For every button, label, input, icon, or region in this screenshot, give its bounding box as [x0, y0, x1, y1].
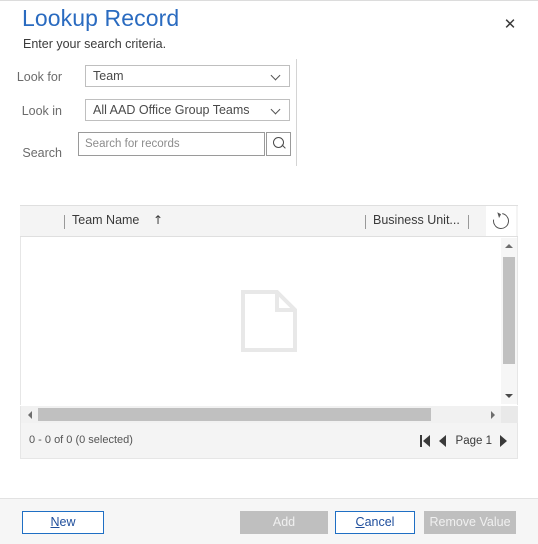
look-in-row: Look in All AAD Office Group Teams: [0, 99, 300, 123]
look-for-row: Look for Team: [0, 65, 300, 89]
grid-body: [20, 237, 518, 405]
scroll-down-button[interactable]: [501, 388, 517, 404]
vertical-scrollbar[interactable]: [501, 238, 517, 404]
page-number-label: Page 1: [455, 435, 492, 447]
scroll-right-button[interactable]: [485, 406, 501, 423]
look-for-label: Look for: [16, 70, 62, 84]
refresh-button[interactable]: [486, 206, 516, 236]
grid-header-row: Team Name ↑ Business Unit...: [20, 205, 518, 237]
refresh-icon: [489, 209, 513, 233]
column-divider: [468, 215, 469, 229]
scrollbar-corner: [501, 406, 518, 423]
previous-page-button[interactable]: [437, 433, 451, 449]
add-button[interactable]: Add: [240, 511, 328, 534]
triangle-left-icon: [438, 435, 446, 447]
new-button-accel: N: [50, 515, 60, 529]
search-icon: [273, 137, 284, 148]
triangle-down-icon: [505, 394, 513, 398]
vertical-scroll-thumb[interactable]: [503, 257, 515, 364]
chevron-down-icon: [272, 72, 281, 81]
lookup-record-dialog: Lookup Record Enter your search criteria…: [0, 0, 538, 544]
look-in-select[interactable]: All AAD Office Group Teams: [85, 99, 290, 121]
search-button[interactable]: [266, 132, 291, 156]
horizontal-scrollbar[interactable]: [20, 406, 518, 423]
triangle-left-icon: [422, 435, 430, 447]
search-row: Search: [0, 132, 300, 160]
look-for-value: Team: [93, 69, 124, 83]
new-button[interactable]: New: [22, 511, 104, 534]
cancel-button[interactable]: Cancel: [335, 511, 415, 534]
triangle-left-icon: [28, 410, 32, 419]
horizontal-scroll-thumb[interactable]: [38, 408, 431, 421]
triangle-up-icon: [505, 244, 513, 248]
column-divider: [365, 215, 366, 229]
chevron-down-icon: [272, 106, 281, 115]
triangle-right-icon: [491, 410, 495, 419]
look-in-label: Look in: [21, 104, 62, 118]
close-icon[interactable]: ✕: [498, 12, 522, 36]
look-in-value: All AAD Office Group Teams: [93, 103, 250, 117]
search-field-group: [78, 132, 292, 158]
search-input[interactable]: [78, 132, 265, 156]
document-icon: [241, 290, 297, 352]
grid-footer: 0 - 0 of 0 (0 selected) Page 1: [20, 423, 518, 459]
search-label: Search: [22, 146, 62, 160]
dialog-subtitle: Enter your search criteria.: [23, 37, 167, 51]
results-grid: Team Name ↑ Business Unit... 0 - 0 of 0 …: [20, 205, 518, 459]
column-divider: [64, 215, 65, 229]
search-criteria-form: Look for Team Look in All AAD Office Gro…: [0, 59, 538, 169]
new-button-label: ew: [59, 515, 76, 529]
page-title: Lookup Record: [22, 5, 180, 31]
look-for-select[interactable]: Team: [85, 65, 290, 87]
scroll-left-button[interactable]: [22, 406, 38, 423]
column-header-team-name[interactable]: Team Name: [72, 213, 139, 227]
remove-value-button[interactable]: Remove Value: [424, 511, 516, 534]
scroll-up-button[interactable]: [501, 238, 517, 254]
record-count-status: 0 - 0 of 0 (0 selected): [29, 434, 133, 446]
dialog-footer: New Add Cancel Remove Value: [0, 498, 538, 544]
triangle-right-icon: [500, 435, 507, 447]
cancel-button-label: ancel: [364, 515, 395, 529]
pagination: Page 1: [419, 431, 511, 451]
column-header-business-unit[interactable]: Business Unit...: [373, 213, 460, 227]
first-page-button[interactable]: [419, 433, 433, 449]
next-page-button[interactable]: [497, 433, 511, 449]
sort-ascending-icon: ↑: [153, 213, 164, 227]
cancel-button-accel: C: [355, 515, 365, 529]
